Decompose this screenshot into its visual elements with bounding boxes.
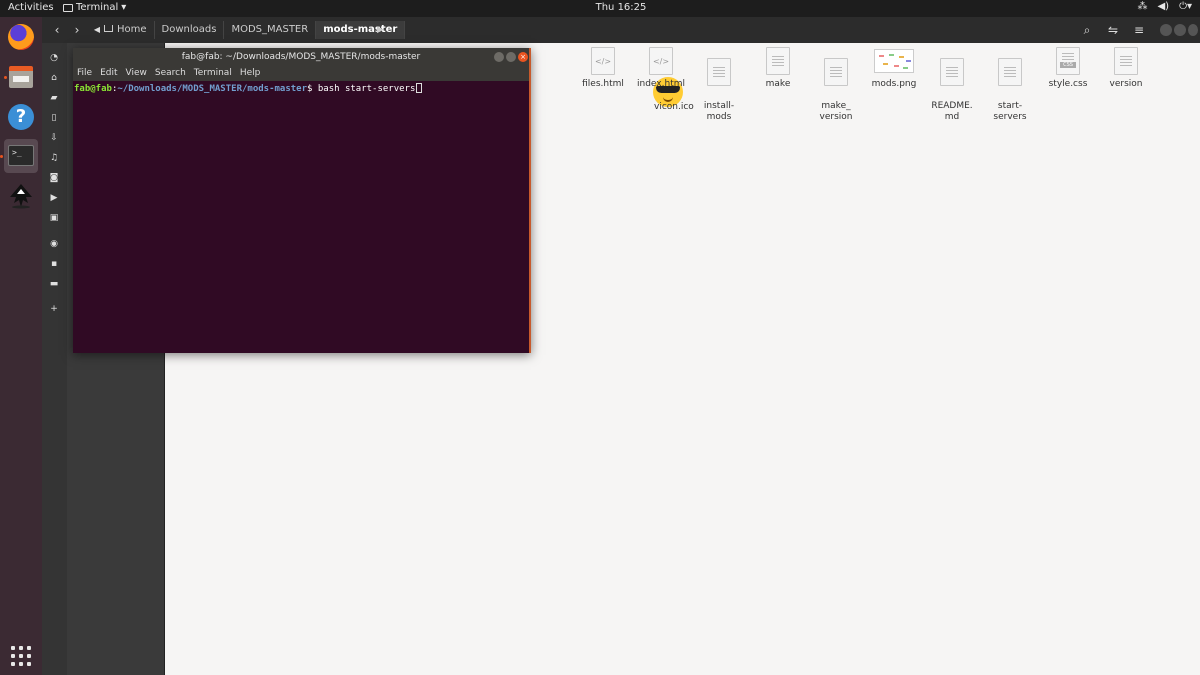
- file-style-css[interactable]: CSS style.css: [1039, 47, 1097, 90]
- menu-file[interactable]: File: [77, 66, 92, 81]
- minimize-button[interactable]: [494, 52, 504, 62]
- text-file-icon: [707, 58, 731, 86]
- html-file-icon: [591, 47, 615, 75]
- html-file-icon: [649, 47, 673, 75]
- prompt-user: fab@fab: [74, 84, 112, 94]
- menu-search[interactable]: Search: [155, 66, 186, 81]
- dock-files[interactable]: [4, 60, 38, 94]
- dock-firefox[interactable]: [4, 20, 38, 54]
- status-area[interactable]: ⁂ ◀) ⏻▾: [1137, 1, 1192, 12]
- trash-icon[interactable]: ▣: [49, 213, 59, 223]
- file-index-html[interactable]: index.html: [632, 47, 690, 90]
- header-bar: ‹ › ◀ Home Downloads MODS_MASTER mods-ma…: [42, 17, 1200, 43]
- running-indicator: [0, 155, 3, 158]
- sidebar-icons: ◔ ⌂ ▰ ▯ ⇩ ♫ ◙ ▶ ▣ ◉ ▪ ▬ +: [42, 43, 67, 675]
- file-readme-md[interactable]: README. md: [923, 47, 981, 123]
- terminal-icon: >_: [8, 145, 34, 166]
- pictures-icon[interactable]: ◙: [49, 173, 59, 183]
- recent-icon[interactable]: ◔: [49, 53, 59, 63]
- network-icon: ⁂: [1137, 1, 1148, 12]
- disc-icon[interactable]: ◉: [49, 239, 59, 249]
- file-install-mods[interactable]: install- mods: [690, 47, 748, 123]
- running-indicator: [4, 76, 7, 79]
- text-file-icon: [766, 47, 790, 75]
- home-icon: [104, 25, 113, 32]
- music-icon[interactable]: ♫: [49, 153, 59, 163]
- show-applications-icon[interactable]: [11, 646, 31, 666]
- volume-icon: ◀): [1157, 1, 1170, 12]
- back-button[interactable]: ‹: [48, 21, 66, 39]
- menu-icon[interactable]: ≡: [1130, 21, 1148, 39]
- files-icon: [9, 66, 33, 88]
- search-icon[interactable]: ⌕: [1078, 21, 1096, 39]
- power-icon: ⏻▾: [1179, 1, 1192, 12]
- file-make-version[interactable]: make_ version: [807, 47, 865, 123]
- terminal-window[interactable]: fab@fab: ~/Downloads/MODS_MASTER/mods-ma…: [73, 48, 531, 353]
- text-file-icon: [940, 58, 964, 86]
- close-button[interactable]: [1188, 24, 1198, 36]
- text-file-icon: [1114, 47, 1138, 75]
- breadcrumb: Home Downloads MODS_MASTER mods-master: [97, 21, 406, 39]
- css-file-icon: CSS: [1056, 47, 1080, 75]
- image-thumbnail: [874, 49, 914, 73]
- terminal-titlebar[interactable]: fab@fab: ~/Downloads/MODS_MASTER/mods-ma…: [73, 48, 529, 66]
- crumb-mods-master[interactable]: mods-master: [316, 21, 406, 39]
- crumb-mods-master-upper[interactable]: MODS_MASTER: [224, 21, 317, 39]
- dock-inkscape[interactable]: [4, 179, 38, 213]
- terminal-output[interactable]: fab@fab:~/Downloads/MODS_MASTER/mods-mas…: [74, 83, 423, 94]
- terminal-menubar: File Edit View Search Terminal Help: [73, 66, 529, 81]
- file-mods-png[interactable]: mods.png: [865, 47, 923, 90]
- file-version[interactable]: version: [1097, 47, 1155, 90]
- file-make[interactable]: make: [749, 47, 807, 90]
- menu-terminal[interactable]: Terminal: [194, 66, 232, 81]
- dock-terminal[interactable]: >_: [0, 139, 38, 173]
- path-right-arrow[interactable]: ▶: [377, 21, 384, 39]
- forward-button[interactable]: ›: [68, 21, 86, 39]
- prompt-path: ~/Downloads/MODS_MASTER/mods-master: [117, 84, 308, 94]
- top-bar: Activities Terminal ▾ Thu 16:25 ⁂ ◀) ⏻▾: [0, 0, 1200, 17]
- prompt-symbol: $: [307, 84, 313, 94]
- menu-edit[interactable]: Edit: [100, 66, 117, 81]
- maximize-button[interactable]: [1174, 24, 1186, 36]
- minimize-button[interactable]: [1160, 24, 1172, 36]
- maximize-button[interactable]: [506, 52, 516, 62]
- file-start-servers[interactable]: start- servers: [981, 47, 1039, 123]
- menu-view[interactable]: View: [126, 66, 147, 81]
- file-files-html[interactable]: files.html: [574, 47, 632, 90]
- downloads-icon[interactable]: ⇩: [49, 133, 59, 143]
- add-location-icon[interactable]: +: [49, 304, 59, 314]
- documents-icon[interactable]: ▯: [49, 113, 59, 123]
- firefox-icon: [8, 24, 34, 50]
- crumb-downloads[interactable]: Downloads: [155, 21, 225, 39]
- inkscape-icon: [10, 184, 32, 209]
- clock[interactable]: Thu 16:25: [0, 2, 1200, 13]
- close-icon: ×: [520, 53, 526, 61]
- menu-help[interactable]: Help: [240, 66, 261, 81]
- text-file-icon: [998, 58, 1022, 86]
- crumb-home[interactable]: Home: [97, 21, 155, 39]
- dock: ? >_: [0, 17, 42, 675]
- help-icon: ?: [8, 104, 34, 130]
- home-icon[interactable]: ⌂: [49, 73, 59, 83]
- command-text: bash start-servers: [317, 84, 416, 94]
- text-cursor: [416, 83, 423, 93]
- usb-icon[interactable]: ▪: [49, 259, 59, 269]
- drive-icon[interactable]: ▬: [49, 279, 59, 289]
- dock-help[interactable]: ?: [4, 100, 38, 134]
- text-file-icon: [824, 58, 848, 86]
- close-button[interactable]: ×: [518, 52, 528, 62]
- view-options-icon[interactable]: ⇋: [1104, 21, 1122, 39]
- folder-icon[interactable]: ▰: [49, 93, 59, 103]
- file-label-favicon[interactable]: vicon.ico: [654, 102, 694, 112]
- terminal-title: fab@fab: ~/Downloads/MODS_MASTER/mods-ma…: [181, 52, 421, 62]
- videos-icon[interactable]: ▶: [49, 193, 59, 203]
